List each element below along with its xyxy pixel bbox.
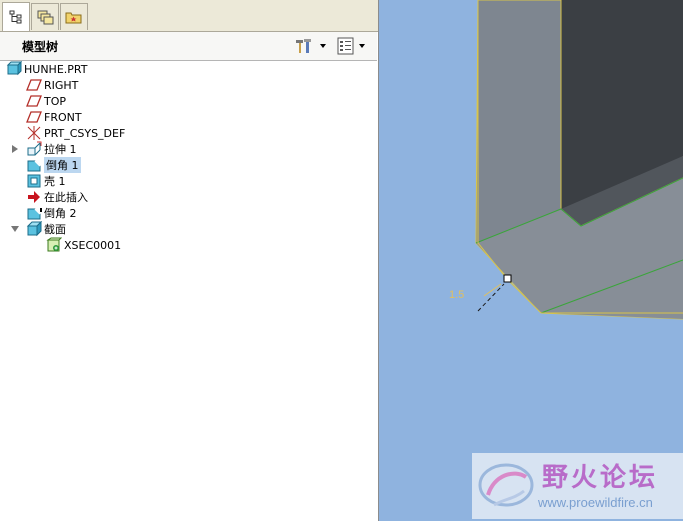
tree-item-section[interactable]: 截面 <box>26 221 66 237</box>
panel-title: 模型树 <box>22 40 59 54</box>
insert-here-arrow-icon <box>26 189 42 205</box>
tree-item-chamfer-2[interactable]: 倒角 2 <box>26 205 77 221</box>
tree-item-label: 倒角 2 <box>44 207 77 220</box>
tree-item-shell[interactable]: 壳 1 <box>26 173 66 189</box>
dimension-label[interactable]: 1.5 <box>449 289 464 301</box>
datum-plane-icon <box>26 109 42 125</box>
tree-item-chamfer-1[interactable]: 倒角 1 <box>26 157 81 173</box>
model-tree-icon <box>9 10 22 24</box>
graphics-viewport[interactable]: 1.5 <box>379 0 683 521</box>
xsec-icon <box>46 237 62 253</box>
folder-icon <box>65 12 82 24</box>
datum-plane-icon <box>26 77 42 93</box>
watermark-logo-icon <box>478 463 534 507</box>
settings-tools-icon <box>296 39 311 53</box>
layers-icon <box>37 10 54 25</box>
expand-arrow-icon[interactable] <box>10 144 20 154</box>
tree-item-label: 壳 1 <box>44 175 66 188</box>
tree-item-label: 拉伸 1 <box>44 143 77 156</box>
show-list-icon <box>337 37 354 55</box>
chamfer-icon <box>26 157 42 173</box>
shell-icon <box>26 173 42 189</box>
tree-item-front[interactable]: FRONT <box>26 109 82 125</box>
tree-item-xsec[interactable]: XSEC0001 <box>46 237 121 253</box>
show-dropdown-button[interactable] <box>337 37 365 55</box>
watermark: 野火论坛 www.proewildfire.cn <box>472 453 683 519</box>
tree-item-right[interactable]: RIGHT <box>26 77 78 93</box>
chamfer-icon <box>26 205 42 221</box>
tab-folder-browser[interactable] <box>60 3 88 30</box>
part-icon <box>6 61 22 77</box>
tree-item-label: HUNHE.PRT <box>24 62 88 76</box>
tree-item-label: XSEC0001 <box>64 238 122 252</box>
tree-item-label: 截面 <box>44 223 66 236</box>
chevron-down-icon <box>359 44 365 48</box>
settings-dropdown-button[interactable] <box>294 37 326 55</box>
coordinate-system-icon <box>26 125 42 141</box>
watermark-title: 野火论坛 <box>542 463 659 493</box>
navigator-tabbar <box>0 0 378 32</box>
tree-item-label: PRT_CSYS_DEF <box>44 126 126 140</box>
section-icon <box>26 221 42 237</box>
tree-item-part[interactable]: HUNHE.PRT <box>6 61 87 77</box>
tab-model-tree[interactable] <box>2 2 30 31</box>
selection-handle <box>503 274 512 283</box>
tree-item-insert-here[interactable]: 在此插入 <box>26 189 88 205</box>
datum-plane-icon <box>26 93 42 109</box>
tree-item-csys[interactable]: PRT_CSYS_DEF <box>26 125 125 141</box>
extrude-icon <box>26 141 42 157</box>
model-geometry <box>475 0 683 320</box>
collapse-arrow-icon[interactable] <box>10 224 20 234</box>
tree-item-label: 倒角 1 <box>44 157 81 173</box>
navigator-pane: 模型树 HUNHE.PRT RIGHT TOP FRONT PRT_CSYS_D… <box>0 0 379 521</box>
tab-layers[interactable] <box>31 3 59 30</box>
chevron-down-icon <box>320 44 326 48</box>
tree-item-label: RIGHT <box>44 78 79 92</box>
tree-item-extrude[interactable]: 拉伸 1 <box>26 141 77 157</box>
tree-item-top[interactable]: TOP <box>26 93 66 109</box>
tree-item-label: TOP <box>44 94 67 108</box>
watermark-url: www.proewildfire.cn <box>538 495 653 510</box>
tree-item-label: FRONT <box>44 110 82 124</box>
model-tree-header: 模型树 <box>0 32 377 61</box>
tree-item-label: 在此插入 <box>44 191 88 204</box>
